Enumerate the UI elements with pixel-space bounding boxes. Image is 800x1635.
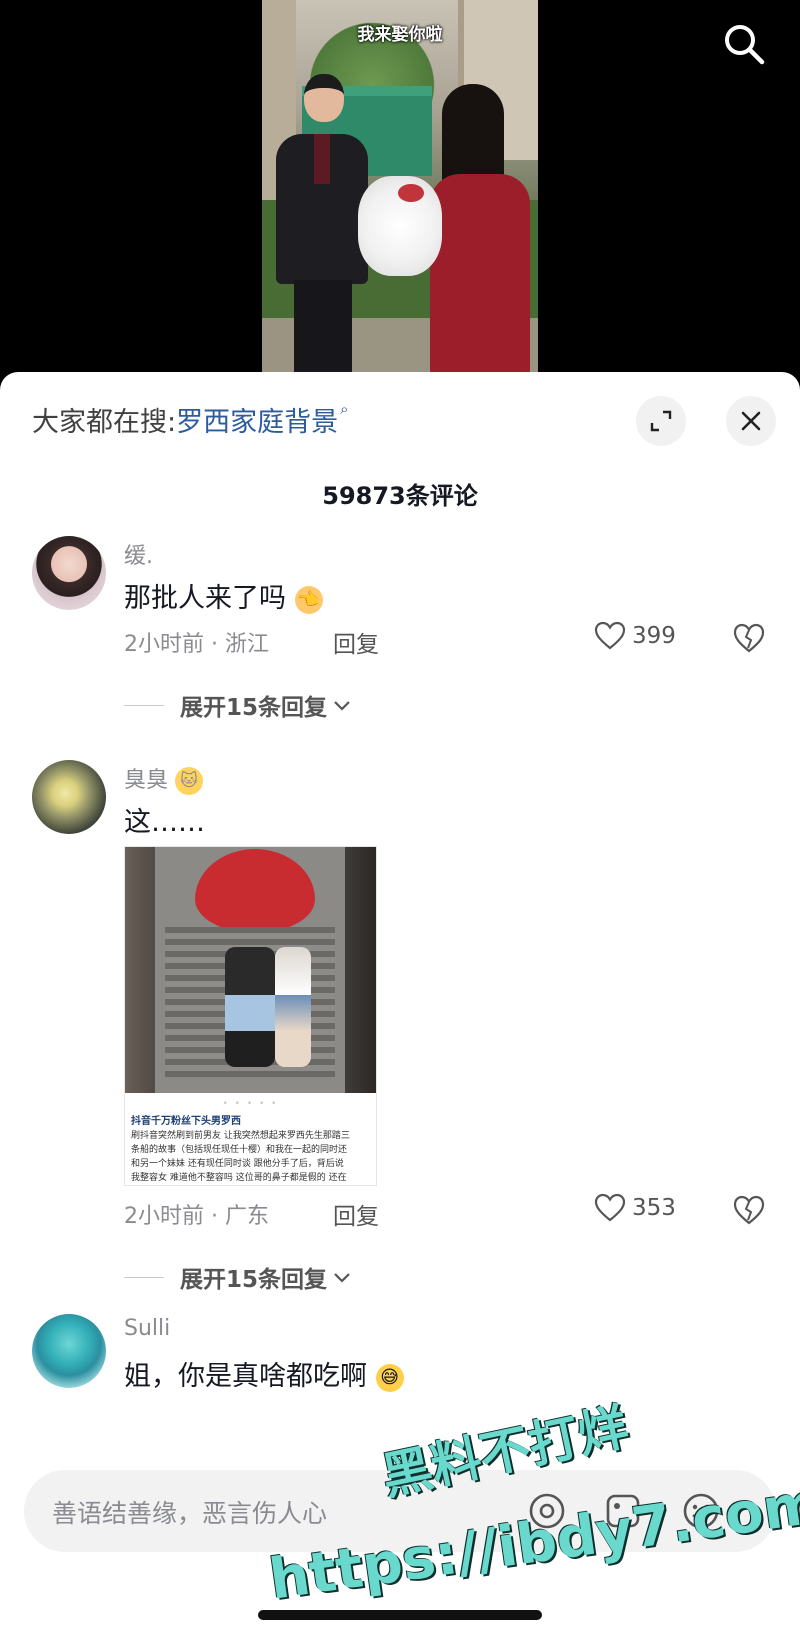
search-small-icon: ⌕ <box>340 400 349 418</box>
broken-heart-icon <box>733 623 765 653</box>
comment-image[interactable]: • • • • • 抖音千万粉丝下头男罗西 刷抖音突然刷到前男友 让我突然想起来… <box>124 846 377 1186</box>
comment-image-body: 刷抖音突然刷到前男友 让我突然想起来罗西先生那踏三 条船的故事（包括现任现任十樱… <box>131 1131 350 1183</box>
heart-icon <box>594 1193 626 1222</box>
expand-icon <box>650 410 672 432</box>
comment-image-photo <box>125 847 376 1093</box>
dislike-button[interactable] <box>732 1194 766 1230</box>
avatar[interactable] <box>32 1314 106 1388</box>
comment-text-content: 姐，你是真啥都吃啊 <box>124 1361 367 1392</box>
comment-input-placeholder: 善语结善缘，恶言伤人心 <box>52 1499 328 1528</box>
suggestion-prefix: 大家都在搜: <box>32 407 177 438</box>
comment-text: 这…… <box>124 807 205 838</box>
expand-replies-button[interactable]: 展开15条回复 <box>124 1260 353 1294</box>
like-count: 399 <box>632 623 676 649</box>
video-frame[interactable]: 我来娶你啦 <box>262 0 538 372</box>
broken-heart-icon <box>733 1195 765 1225</box>
pointing-hand-emoji-icon: 👈 <box>294 585 323 614</box>
avatar[interactable] <box>32 760 106 834</box>
search-suggestion[interactable]: 大家都在搜:罗西家庭背景 ⌕ <box>32 400 349 439</box>
video-player[interactable]: 我来娶你啦 <box>0 0 800 372</box>
comment-image-title: 抖音千万粉丝下头男罗西 <box>131 1116 241 1127</box>
comment-count: 59873条评论 <box>322 482 478 510</box>
video-bouquet <box>358 176 442 276</box>
expand-replies-label: 展开15条回复 <box>180 695 328 721</box>
divider <box>124 1276 164 1278</box>
comment-text: 姐，你是真啥都吃啊 😅 <box>124 1354 404 1393</box>
comment-text-content: 那批人来了吗 <box>124 583 286 614</box>
comment-text: 那批人来了吗 👈 <box>124 576 323 615</box>
like-button[interactable]: 399 <box>594 621 676 651</box>
video-caption: 我来娶你啦 <box>357 25 443 45</box>
close-icon <box>741 411 761 431</box>
cat-emoji-icon: 🐱 <box>175 767 204 795</box>
home-indicator[interactable] <box>258 1610 542 1620</box>
reply-button[interactable]: 回复 <box>333 1197 379 1231</box>
search-button[interactable] <box>720 20 768 68</box>
comment-author[interactable]: Sulli <box>124 1316 170 1341</box>
like-button[interactable]: 353 <box>594 1193 676 1223</box>
carousel-dots: • • • • • <box>222 1099 279 1109</box>
comment-author-name: 臭臭 <box>124 768 169 793</box>
suggestion-keyword[interactable]: 罗西家庭背景 <box>176 407 338 438</box>
search-icon <box>725 25 765 65</box>
sweat-smile-emoji-icon: 😅 <box>375 1363 404 1392</box>
comment-author[interactable]: 臭臭 🐱 <box>124 762 204 795</box>
expand-replies-button[interactable]: 展开15条回复 <box>124 688 353 722</box>
comment-time-location: 2小时前 · 广东 <box>124 1204 269 1229</box>
expand-panel-button[interactable] <box>636 396 686 446</box>
reply-button[interactable]: 回复 <box>333 625 379 659</box>
video-person-man <box>276 74 368 372</box>
close-panel-button[interactable] <box>726 396 776 446</box>
comment-author[interactable]: 缓. <box>124 538 153 570</box>
like-count: 353 <box>632 1195 676 1221</box>
avatar[interactable] <box>32 536 106 610</box>
heart-icon <box>594 621 626 650</box>
comment-time-location: 2小时前 · 浙江 <box>124 632 269 657</box>
dislike-button[interactable] <box>732 622 766 658</box>
divider <box>124 704 164 706</box>
expand-replies-label: 展开15条回复 <box>180 1267 328 1293</box>
chevron-down-icon <box>334 1273 350 1283</box>
chevron-down-icon <box>334 701 350 711</box>
